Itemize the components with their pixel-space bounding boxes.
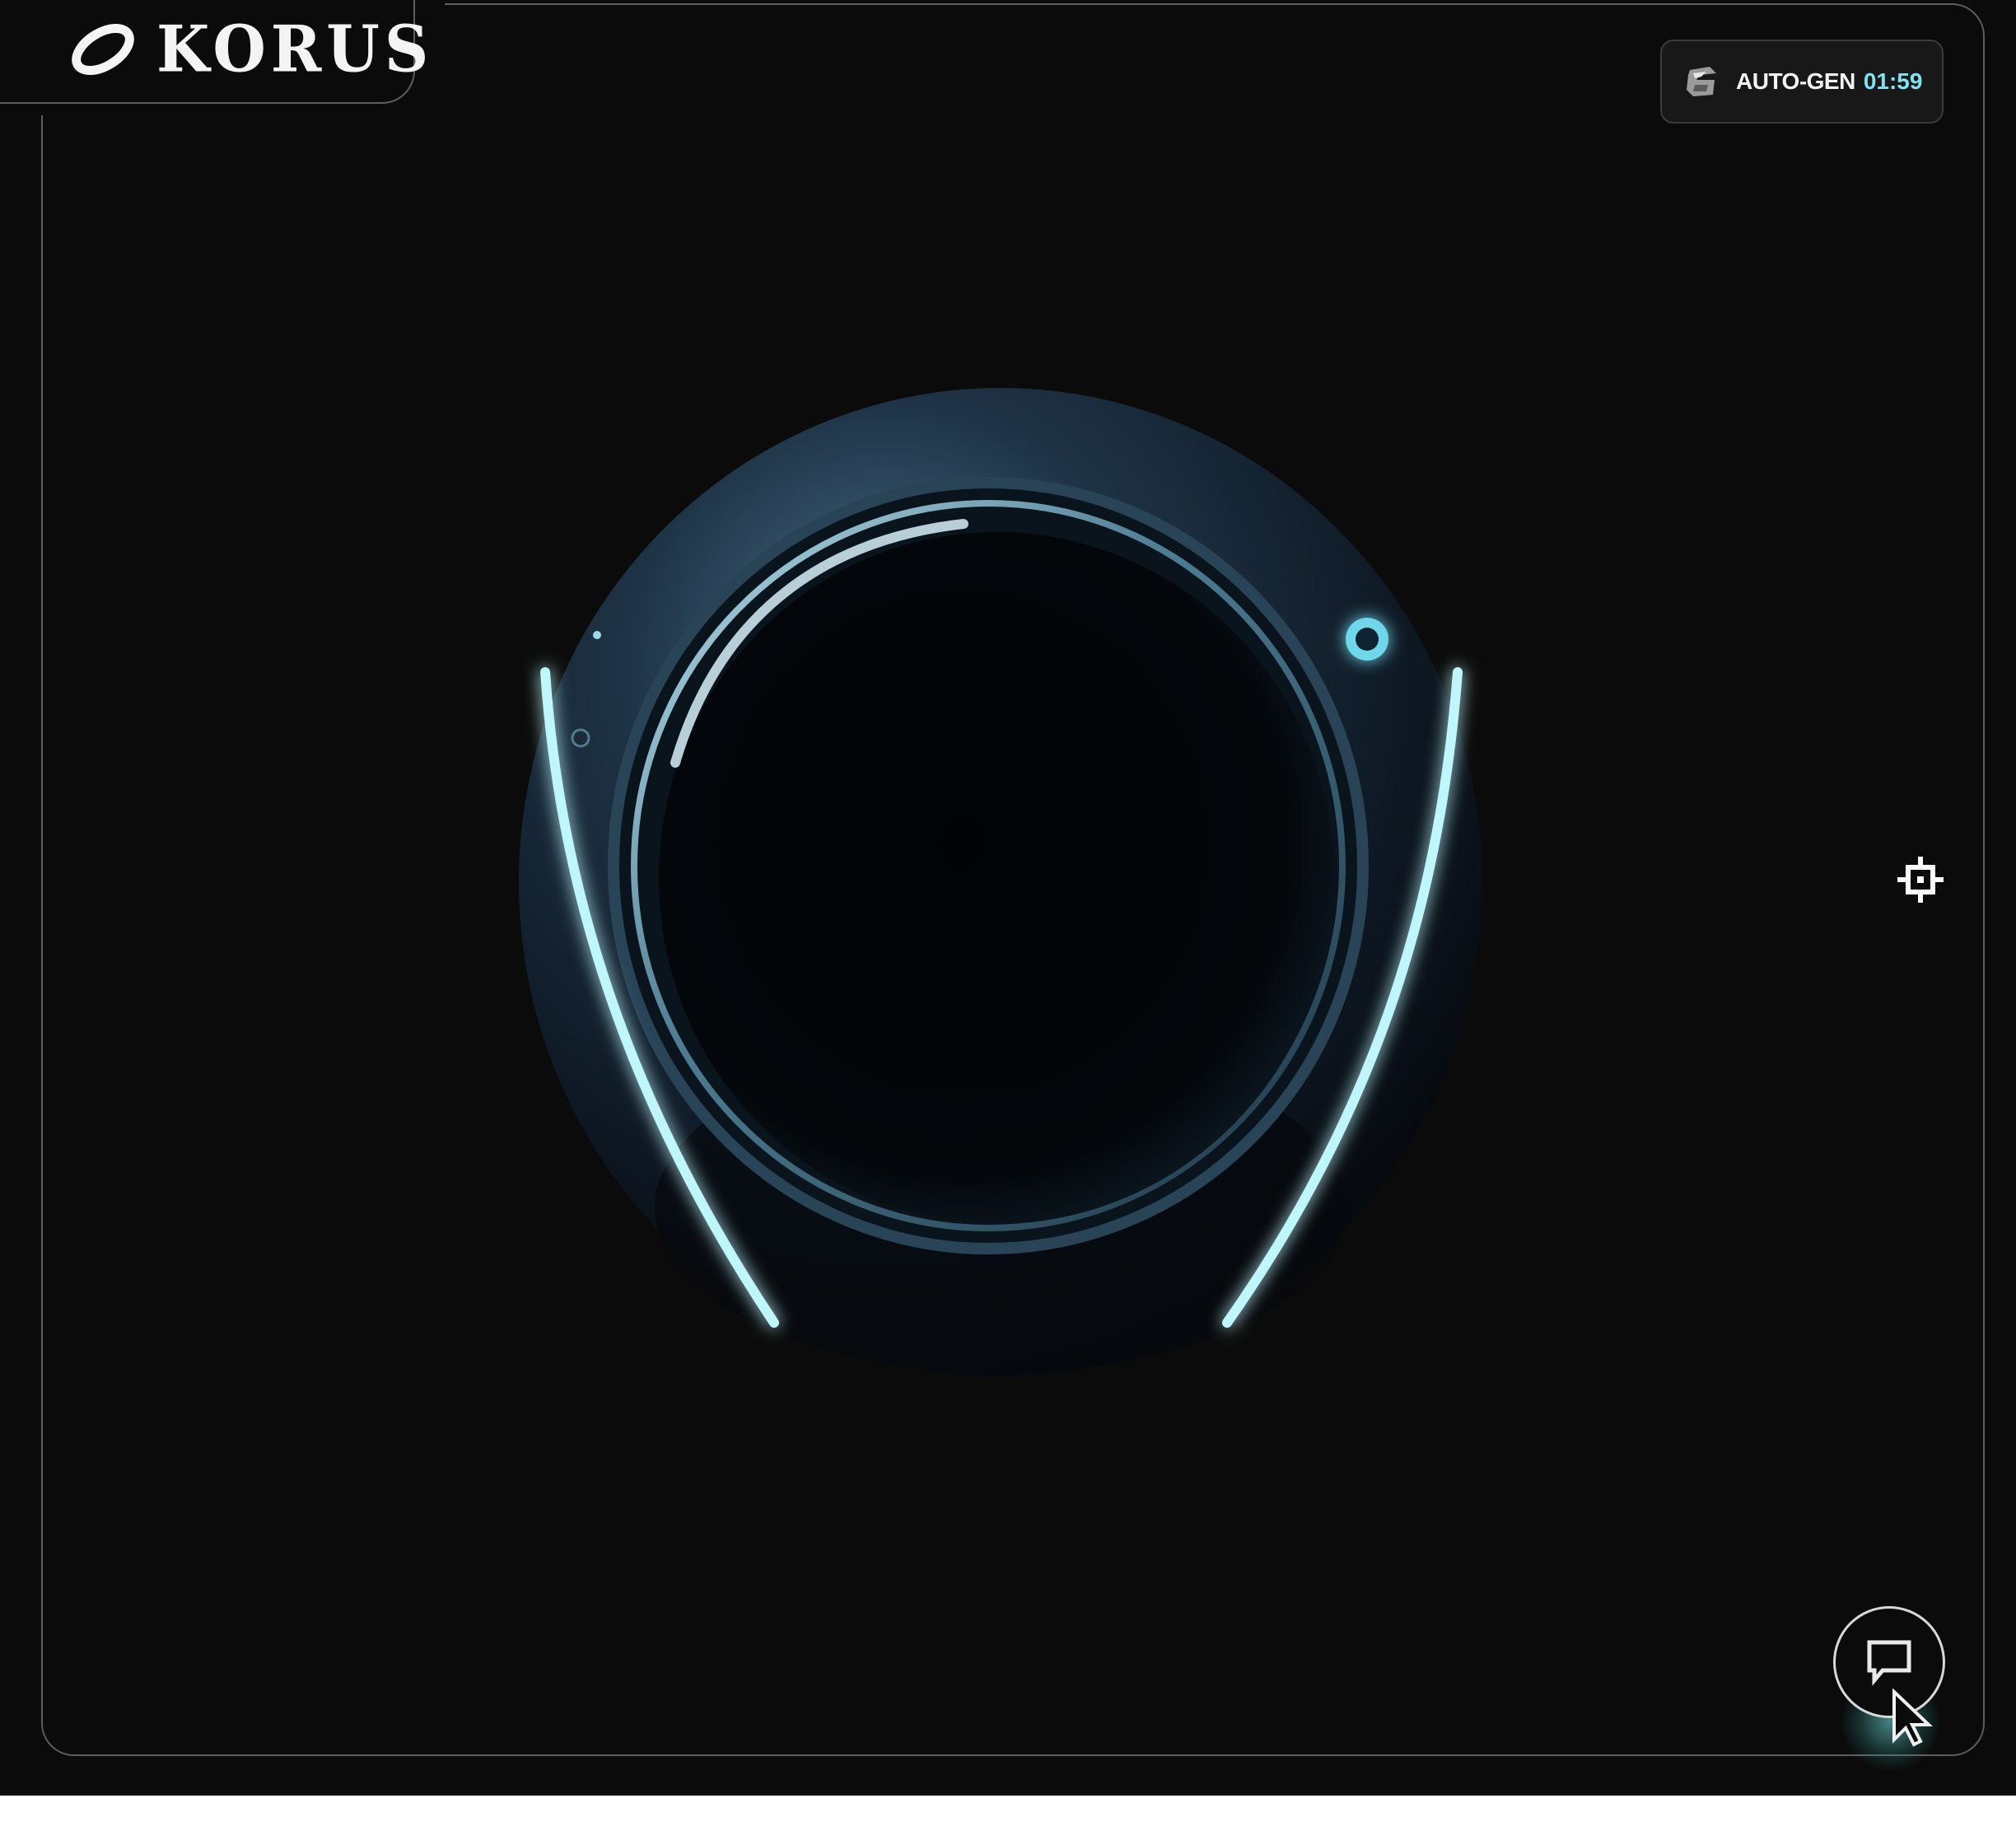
app-screen: KORUS AUTO-GEN 01:59 bbox=[0, 0, 2016, 1796]
recenter-button[interactable] bbox=[1894, 853, 1947, 906]
autogen-status[interactable]: AUTO-GEN 01:59 bbox=[1660, 40, 1944, 124]
logo-ring-icon bbox=[72, 23, 134, 76]
crosshair-icon bbox=[1897, 857, 1944, 903]
autogen-label: AUTO-GEN bbox=[1736, 68, 1855, 94]
brand-name: KORUS bbox=[156, 12, 434, 87]
autogen-logo-icon bbox=[1687, 67, 1716, 96]
autogen-timer: 01:59 bbox=[1863, 68, 1923, 94]
orb-3d-model[interactable] bbox=[502, 376, 1499, 1397]
chat-bubble-icon bbox=[1867, 1640, 1911, 1686]
brand-logo[interactable]: KORUS bbox=[68, 16, 433, 82]
mouse-cursor-icon bbox=[1892, 1689, 1933, 1747]
